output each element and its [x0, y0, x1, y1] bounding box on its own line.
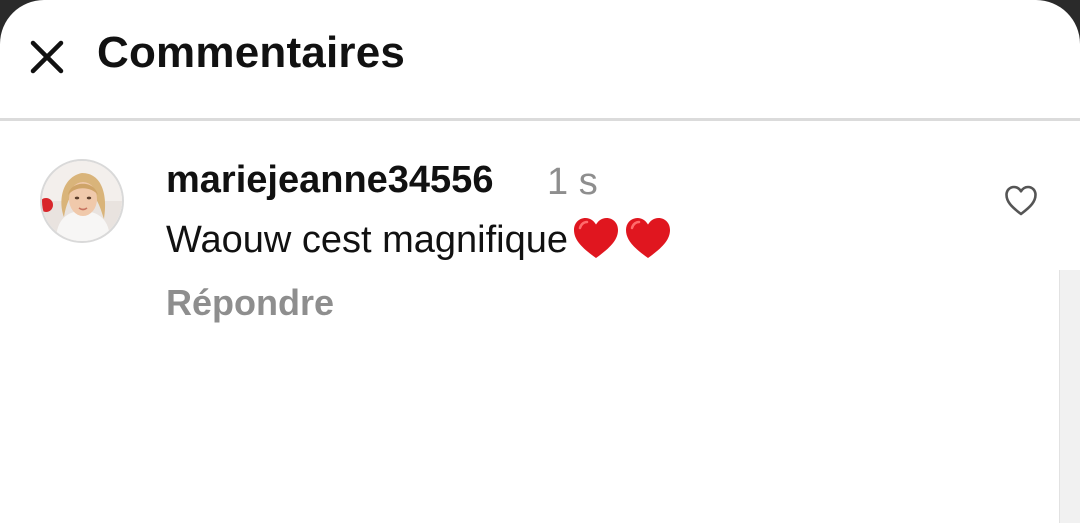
comment-body: Waouw cest magnifique [166, 216, 672, 262]
scrollbar-track[interactable] [1059, 270, 1080, 523]
close-icon [30, 40, 64, 74]
red-heart-emoji-icon [574, 218, 619, 258]
red-heart-emoji-icon [626, 218, 671, 258]
comments-header: Commentaires [0, 0, 1080, 121]
reply-button[interactable]: Répondre [166, 282, 334, 324]
page-title: Commentaires [97, 28, 406, 77]
comment-text: Waouw cest magnifique [166, 219, 569, 261]
comment-username[interactable]: mariejeanne34556 [166, 159, 493, 202]
avatar[interactable] [40, 159, 124, 243]
comment-timestamp: 1 s [547, 161, 598, 203]
like-button[interactable] [1003, 183, 1039, 219]
heart-outline-icon [1005, 185, 1037, 216]
close-button[interactable] [26, 36, 68, 78]
comments-sheet: Commentaires mariejeanne34556 1 s Waouw … [0, 0, 1080, 523]
avatar-photo [42, 161, 122, 241]
comment-item: mariejeanne34556 1 s Waouw cest magnifiq… [0, 121, 1080, 351]
